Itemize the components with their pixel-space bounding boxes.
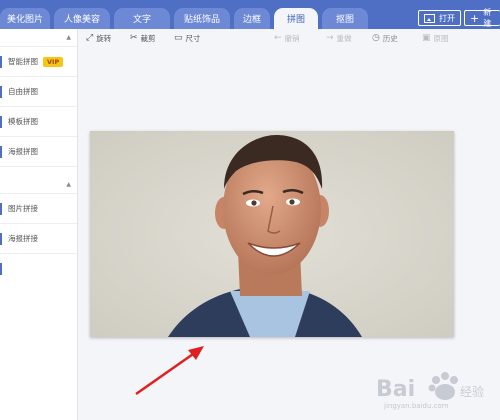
- original-button[interactable]: ▣ 原图: [422, 33, 449, 44]
- undo-button[interactable]: ← 撤销: [274, 33, 300, 44]
- sidebar-item-smart-collage[interactable]: 智能拼图 VIP: [0, 46, 77, 76]
- sidebar-item-free-collage[interactable]: 自由拼图: [0, 76, 77, 106]
- open-button[interactable]: 打开: [418, 10, 461, 26]
- watermark-url: jingyan.baidu.com: [384, 402, 449, 410]
- section-collapse-toggle[interactable]: ▲: [0, 29, 77, 46]
- tab-text[interactable]: 文字: [114, 8, 170, 29]
- canvas-photo[interactable]: [90, 131, 454, 337]
- tab-cutout[interactable]: 抠图: [322, 8, 368, 29]
- size-button[interactable]: ▭ 尺寸: [174, 33, 201, 44]
- portrait-photo: [90, 131, 454, 337]
- tab-border[interactable]: 边框: [234, 8, 270, 29]
- sidebar-item-image-stitch[interactable]: 图片拼接: [0, 193, 77, 223]
- sidebar-item-poster-stitch[interactable]: 海报拼接: [0, 223, 77, 253]
- new-button[interactable]: + 新建: [464, 8, 500, 28]
- rotate-button[interactable]: ⤢ 旋转: [86, 33, 111, 44]
- svg-text:经验: 经验: [460, 384, 484, 399]
- top-tab-bar: 美化图片 人像美容 文字 贴纸饰品 边框 拼图 抠图 打开 + 新建: [0, 0, 500, 29]
- sidebar-item-poster-collage[interactable]: 海报拼图: [0, 136, 77, 166]
- undo-icon: ←: [274, 33, 282, 43]
- vip-badge: VIP: [43, 56, 64, 67]
- tab-portrait[interactable]: 人像美容: [54, 8, 110, 29]
- image-icon: [424, 13, 435, 23]
- sidebar-item-template-collage[interactable]: 模板拼图: [0, 106, 77, 136]
- red-arrow-annotation: [135, 346, 204, 396]
- redo-button[interactable]: → 重做: [326, 33, 352, 44]
- section-collapse-toggle-2[interactable]: ▲: [0, 176, 77, 193]
- svg-text:Bai: Bai: [376, 377, 415, 402]
- chevron-up-icon: ▲: [66, 181, 71, 188]
- resize-icon: ▭: [174, 33, 183, 43]
- clock-icon: ◷: [372, 33, 380, 43]
- redo-icon: →: [326, 33, 334, 43]
- tab-collage[interactable]: 拼图: [274, 8, 318, 29]
- chevron-up-icon: ▲: [66, 34, 71, 41]
- edit-toolbar: ⤢ 旋转 ✂ 裁剪 ▭ 尺寸 ← 撤销 → 重做 ◷ 历史 ▣ 原图: [78, 29, 500, 49]
- plus-icon: +: [470, 11, 480, 25]
- history-button[interactable]: ◷ 历史: [372, 33, 398, 44]
- collage-sidebar: ▲ 智能拼图 VIP 自由拼图 模板拼图 海报拼图 ▲ 图片拼接 海报拼接: [0, 29, 78, 420]
- tab-beautify[interactable]: 美化图片: [0, 8, 50, 29]
- scissors-icon: ✂: [130, 33, 138, 43]
- sidebar-end-divider: [0, 253, 77, 275]
- rotate-icon: ⤢: [86, 33, 94, 43]
- image-icon: ▣: [422, 33, 431, 43]
- tab-stickers[interactable]: 贴纸饰品: [174, 8, 230, 29]
- crop-button[interactable]: ✂ 裁剪: [130, 33, 156, 44]
- section-divider: [0, 166, 77, 176]
